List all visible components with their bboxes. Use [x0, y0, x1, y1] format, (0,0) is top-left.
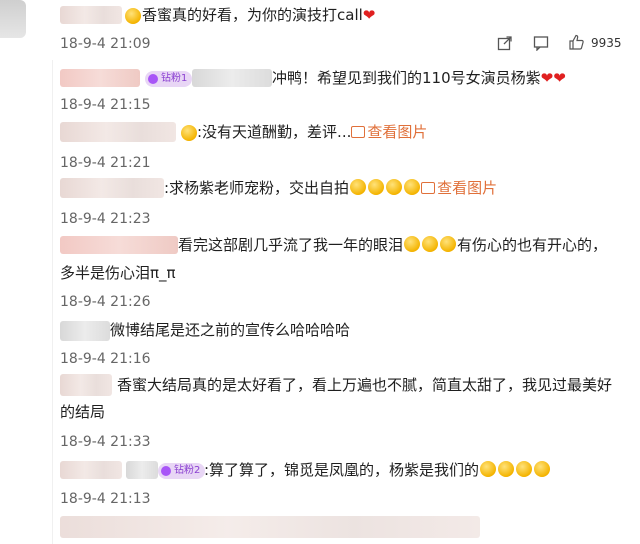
main-comment-body: 香蜜真的好看，为你的演技打call — [142, 6, 363, 24]
emoji-icon — [516, 461, 533, 477]
next-reply-blurred[interactable] — [60, 516, 480, 538]
emoji-icon — [404, 236, 421, 252]
main-comment-text: 香蜜真的好看，为你的演技打call❤ — [142, 5, 375, 25]
reply-time: 18-9-4 21:16 — [60, 351, 151, 367]
thumbs-up-icon[interactable] — [568, 34, 584, 50]
image-icon — [421, 182, 436, 194]
reply-text: 香蜜大结局真的是太好看了，看上万遍也不腻，简直太甜了，我见过最美好 — [117, 376, 613, 394]
reply-time: 18-9-4 21:33 — [60, 434, 151, 450]
reply-time: 18-9-4 21:21 — [60, 155, 151, 171]
username-blurred[interactable] — [60, 122, 176, 142]
emoji-icon — [181, 125, 197, 141]
view-image-link[interactable]: 查看图片 — [351, 123, 427, 141]
reply-text: 看完这部剧几乎流了我一年的眼泪 有伤心的也有开心的， — [178, 235, 607, 255]
reply-body: :算了算了，锦觅是凤凰的，杨紫是我们的 — [204, 461, 480, 479]
username-blurred[interactable] — [60, 374, 112, 396]
reply-body: :求杨紫老师宠粉，交出自拍 — [164, 179, 350, 197]
reply-text-line2: 多半是伤心泪π_π — [60, 264, 176, 282]
emoji-icon — [404, 179, 421, 195]
view-image-label: 查看图片 — [367, 123, 428, 141]
username-blurred[interactable] — [60, 321, 110, 341]
emoji-icon — [350, 179, 367, 195]
view-image-link[interactable]: 查看图片 — [421, 179, 497, 197]
image-icon — [351, 126, 366, 138]
main-comment-time: 18-9-4 21:09 — [60, 36, 151, 52]
emoji-icon — [534, 461, 551, 477]
username-blurred[interactable] — [60, 6, 122, 24]
emoji-icon — [386, 179, 403, 195]
reply-time: 18-9-4 21:13 — [60, 491, 151, 507]
reply-text: 微博结尾是还之前的宣传么哈哈哈哈 — [110, 321, 351, 339]
username-blurred[interactable] — [60, 236, 178, 254]
username-blurred[interactable] — [60, 178, 164, 198]
username-blurred[interactable] — [60, 69, 140, 87]
like-count: 9935 — [591, 36, 622, 50]
heart-icon: ❤❤ — [540, 69, 566, 87]
username-blurred[interactable] — [60, 461, 122, 479]
emoji-icon — [125, 8, 141, 24]
emoji-icon — [498, 461, 515, 477]
reply-text: :没有天道酬勤，差评... 查看图片 — [197, 122, 427, 142]
reply-text-line2: 的结局 — [60, 403, 106, 421]
view-image-label: 查看图片 — [437, 179, 498, 197]
share-icon[interactable] — [497, 35, 513, 51]
reply-body: :没有天道酬勤，差评... — [197, 123, 352, 141]
emoji-icon — [422, 236, 439, 252]
reply-text: :算了算了，锦觅是凤凰的，杨紫是我们的 — [204, 460, 551, 480]
fan-badge: 钻粉2 — [158, 463, 206, 479]
emoji-icon — [368, 179, 385, 195]
reply-body: 有伤心的也有开心的， — [457, 236, 608, 254]
heart-icon: ❤ — [362, 6, 376, 24]
comment-icon[interactable] — [533, 35, 549, 51]
avatar[interactable] — [0, 0, 26, 38]
reply-text: :求杨紫老师宠粉，交出自拍 查看图片 — [164, 178, 497, 198]
emoji-icon — [480, 461, 497, 477]
reply-time: 18-9-4 21:15 — [60, 97, 151, 113]
reply-body: 看完这部剧几乎流了我一年的眼泪 — [178, 236, 404, 254]
reply-time: 18-9-4 21:26 — [60, 294, 151, 310]
reply-text: 冲鸭！希望见到我们的110号女演员杨紫❤❤ — [272, 68, 566, 88]
emoji-icon — [440, 236, 457, 252]
fan-badge: 钻粉1 — [145, 71, 193, 87]
reply-body: 冲鸭！希望见到我们的110号女演员杨紫 — [272, 69, 541, 87]
username-blurred[interactable] — [126, 461, 158, 479]
reply-time: 18-9-4 21:23 — [60, 211, 151, 227]
username-blurred[interactable] — [192, 69, 272, 87]
